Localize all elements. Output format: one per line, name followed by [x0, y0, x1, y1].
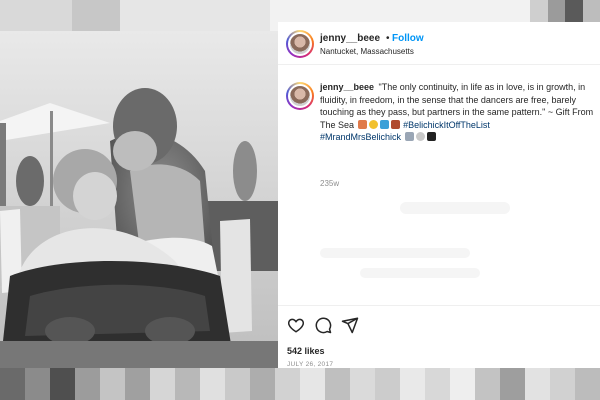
caption-avatar[interactable] [286, 82, 314, 110]
emoji-icon [379, 119, 389, 129]
emoji-icon [368, 119, 378, 129]
blurred-comments-area [320, 198, 560, 308]
caption-username[interactable]: jenny__beee [320, 82, 374, 92]
emoji-icon [404, 132, 414, 141]
emoji-icon [415, 132, 425, 141]
heart-icon[interactable] [287, 316, 305, 334]
location-link[interactable]: Nantucket, Massachusetts [320, 47, 414, 56]
follow-button[interactable]: Follow [392, 33, 424, 44]
background-mosaic-bottom [0, 368, 600, 400]
post-header: jenny__beee • Follow Nantucket, Massachu… [278, 22, 600, 65]
post-actions: 542 likes JULY 26, 2017 [278, 305, 600, 368]
emoji-icon [390, 119, 400, 129]
couple-photo-image [0, 31, 278, 369]
separator-dot: • [386, 33, 390, 44]
post-date: JULY 26, 2017 [287, 361, 334, 368]
hashtag-link[interactable]: #BelichickItOffTheList [403, 120, 490, 130]
header-username[interactable]: jenny__beee [320, 33, 380, 44]
post-time-ago: 235w [320, 179, 340, 188]
post-panel: jenny__beee • Follow Nantucket, Massachu… [278, 22, 600, 368]
emoji-icon [426, 132, 436, 141]
hashtag-link[interactable]: #MrandMrsBelichick [320, 132, 401, 142]
emoji-icon [357, 119, 367, 129]
post-caption: jenny__beee "The only continuity, in lif… [320, 81, 596, 144]
user-avatar[interactable] [286, 30, 314, 58]
likes-count[interactable]: 542 likes [287, 346, 325, 356]
share-icon[interactable] [341, 316, 359, 334]
background-mosaic-corner [530, 0, 600, 24]
comment-icon[interactable] [314, 316, 332, 334]
post-photo [0, 31, 278, 369]
